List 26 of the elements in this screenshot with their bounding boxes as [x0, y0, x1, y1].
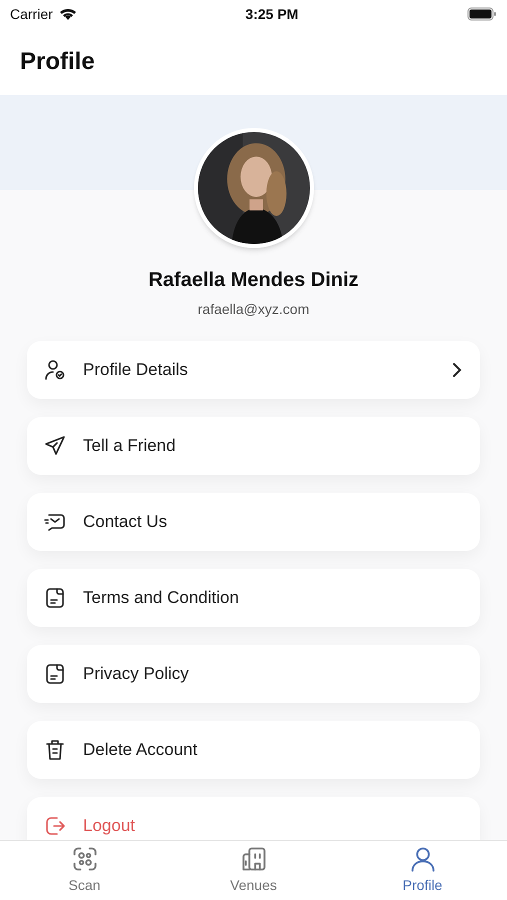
document-icon [43, 586, 67, 610]
user-icon [408, 845, 436, 873]
tab-bar-item[interactable]: Venues [169, 841, 338, 900]
page-title: Profile [20, 46, 95, 76]
document-icon [43, 662, 67, 686]
carrier-label: Carrier [10, 4, 53, 24]
tab-bar-item[interactable]: Profile [338, 841, 507, 900]
menu-item[interactable]: Logout [27, 797, 480, 840]
menu-item[interactable]: Contact Us [27, 493, 480, 551]
send-icon [43, 434, 67, 458]
status-time: 3:25 PM [245, 4, 298, 24]
menu-item[interactable]: Terms and Condition [27, 569, 480, 627]
building-icon [240, 845, 268, 873]
profile-name: Rafaella Mendes Diniz [148, 268, 359, 293]
scan-icon [70, 845, 98, 873]
user-check-icon [43, 358, 67, 382]
chevron-right-icon [450, 362, 464, 378]
tab-bar-item[interactable]: Scan [0, 841, 169, 900]
logout-icon [43, 814, 67, 838]
menu-item[interactable]: Profile Details [27, 341, 480, 399]
profile-email: rafaella@xyz.com [198, 300, 310, 319]
menu-item[interactable]: Tell a Friend [27, 417, 480, 475]
menu-item[interactable]: Privacy Policy [27, 645, 480, 703]
wifi-icon [58, 7, 77, 21]
menu-item[interactable]: Delete Account [27, 721, 480, 779]
battery-icon [466, 7, 497, 21]
